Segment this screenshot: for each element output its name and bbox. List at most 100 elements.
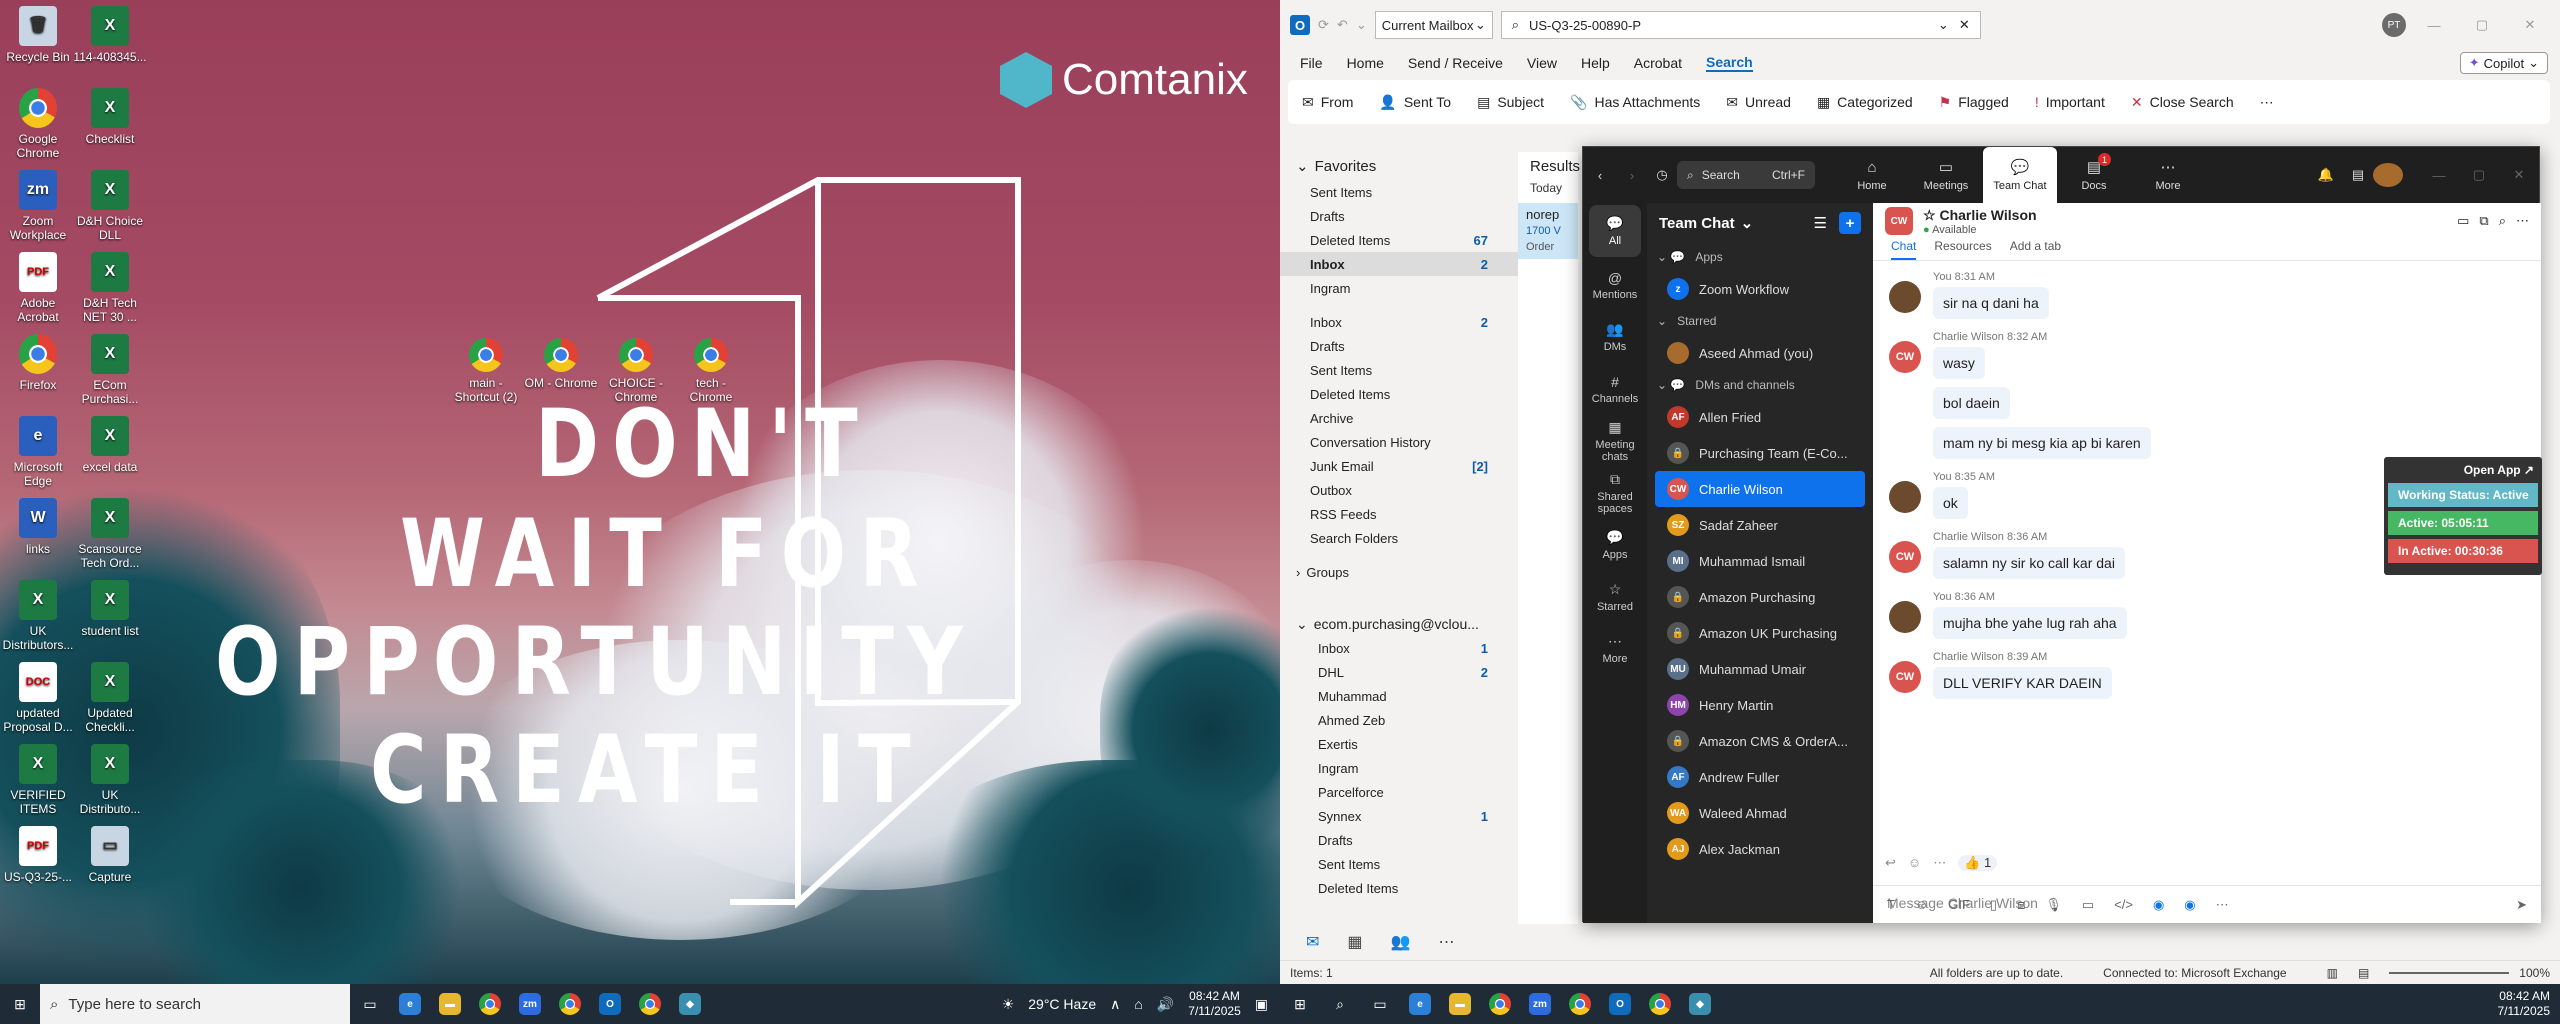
filter-icon[interactable]: ☰ — [1814, 214, 1827, 232]
folder-item[interactable]: Ingram — [1280, 756, 1518, 780]
contact-item[interactable]: AJ Alex Jackman — [1647, 831, 1873, 867]
message-bubble[interactable]: wasy — [1933, 347, 1985, 379]
video-message-icon[interactable]: ▭ — [2082, 897, 2094, 913]
ribbon-categorized-button[interactable]: ▦ Categorized — [1817, 94, 1913, 111]
chat-tab-add-a-tab[interactable]: Add a tab — [2010, 239, 2061, 260]
ribbon-subject-button[interactable]: ▤ Subject — [1477, 94, 1544, 111]
notification-icon[interactable]: ▣ — [1255, 996, 1268, 1013]
windows-start-icon[interactable]: ⊞ — [0, 984, 40, 1024]
menu-search[interactable]: Search — [1706, 54, 1753, 72]
contact-item[interactable]: HM Henry Martin — [1647, 687, 1873, 723]
zoom-taskbar-icon[interactable]: zm — [1520, 984, 1560, 1024]
zoom-taskbar-icon[interactable]: zm — [510, 984, 550, 1024]
chrome-taskbar-icon[interactable] — [470, 984, 510, 1024]
tab-home[interactable]: ⌂ Home — [1835, 147, 1909, 203]
qat-chevron-icon[interactable]: ⌄ — [1356, 17, 1367, 33]
sync-icon[interactable]: ⟳ — [1318, 17, 1329, 33]
contact-item[interactable]: SZ Sadaf Zaheer — [1647, 507, 1873, 543]
tab-team-chat[interactable]: 💬 Team Chat — [1983, 147, 2057, 203]
chat-contact-name[interactable]: Charlie Wilson — [1939, 207, 2036, 223]
explorer-taskbar-icon[interactable]: ▬ — [1440, 984, 1480, 1024]
contact-item[interactable]: 🔒 Amazon UK Purchasing — [1647, 615, 1873, 651]
desktop-icon[interactable]: X 114-408345... — [72, 6, 148, 64]
folder-item[interactable]: Inbox 2 — [1280, 252, 1518, 276]
view-toggle-icon[interactable]: ▥ — [2327, 966, 2338, 980]
send-icon[interactable]: ➤ — [2516, 897, 2527, 913]
outlook-taskbar-icon[interactable]: O — [590, 984, 630, 1024]
folder-item[interactable]: Parcelforce — [1280, 780, 1518, 804]
desktop-icon[interactable]: Xstudent list — [72, 580, 148, 638]
emoji-icon[interactable]: ☺ — [1915, 897, 1928, 913]
message-bubble[interactable]: mujha bhe yahe lug rah aha — [1933, 607, 2127, 639]
history-icon[interactable]: ◷ — [1647, 167, 1677, 183]
folder-item[interactable]: Sent Items — [1280, 180, 1518, 204]
desktop-shortcut[interactable]: CHOICE - Chrome — [598, 338, 674, 404]
more-options-icon[interactable]: ⋯ — [2260, 94, 2274, 111]
video-icon[interactable]: ▭ — [2457, 213, 2469, 229]
rail-item-apps[interactable]: 💬 Apps — [1583, 519, 1647, 571]
desktop-icon[interactable]: X D&H Tech NET 30 ... — [72, 252, 148, 324]
calendar-icon[interactable]: ▦ — [1347, 932, 1362, 952]
desktop-icon[interactable]: PDF US-Q3-25-... — [0, 826, 76, 884]
text-format-icon[interactable]: T — [1887, 897, 1895, 913]
copilot-button[interactable]: ✦ Copilot ⌄ — [2459, 52, 2548, 74]
desktop-icon[interactable]: X D&H Choice DLL — [72, 170, 148, 242]
folder-item[interactable]: Sent Items — [1280, 358, 1518, 382]
section-apps[interactable]: ⌄ 💬 Apps — [1647, 243, 1873, 271]
folder-item[interactable]: Outbox — [1280, 478, 1518, 502]
tray-chevron-icon[interactable]: ∧ — [1110, 996, 1120, 1013]
menu-help[interactable]: Help — [1581, 55, 1610, 71]
contact-item[interactable]: WA Waleed Ahmad — [1647, 795, 1873, 831]
screenshot-icon[interactable]: ⧈ — [2017, 897, 2025, 913]
desktop-icon[interactable]: Xexcel data — [72, 416, 148, 474]
rail-item-channels[interactable]: # Channels — [1583, 363, 1647, 415]
contact-item[interactable]: 🔒 Purchasing Team (E-Co... — [1647, 435, 1873, 471]
account-header[interactable]: ⌄ ecom.purchasing@vclou... — [1280, 612, 1518, 636]
code-icon[interactable]: </> — [2114, 897, 2133, 913]
ribbon-unread-button[interactable]: ✉ Unread — [1726, 94, 1791, 111]
folder-item[interactable]: Muhammad — [1280, 684, 1518, 708]
ribbon-sent-to-button[interactable]: 👤 Sent To — [1379, 94, 1451, 111]
rail-item-shared-spaces[interactable]: ⧉ Shared spaces — [1583, 467, 1647, 519]
folder-item[interactable]: Deleted Items 67 — [1280, 228, 1518, 252]
tab-more[interactable]: ⋯ More — [2131, 147, 2205, 203]
rail-item-dms[interactable]: 👥 DMs — [1583, 311, 1647, 363]
message-bubble[interactable]: bol daein — [1933, 387, 2010, 419]
more-icon[interactable]: ⋯ — [2216, 897, 2229, 913]
chat-tab-chat[interactable]: Chat — [1891, 239, 1917, 260]
ribbon-flagged-button[interactable]: ⚑ Flagged — [1939, 94, 2009, 111]
app-icon-2[interactable]: ◉ — [2184, 897, 2195, 913]
rail-item-all[interactable]: 💬 All — [1589, 205, 1641, 257]
mail-icon[interactable]: ✉ — [1306, 932, 1319, 952]
zoom-search-input[interactable]: ⌕ Search Ctrl+F — [1677, 161, 1815, 189]
contact-item[interactable]: MU Muhammad Umair — [1647, 651, 1873, 687]
chrome-taskbar-icon[interactable] — [1480, 984, 1520, 1024]
emoji-icon[interactable]: ☺ — [1908, 855, 1921, 871]
desktop-icon[interactable]: ▭ Capture — [72, 826, 148, 884]
mic-icon[interactable]: 🎙 — [2045, 897, 2062, 913]
desktop-icon[interactable]: X VERIFIED ITEMS — [0, 744, 76, 816]
tab-meetings[interactable]: ▭ Meetings — [1909, 147, 1983, 203]
reaction-badge[interactable]: 👍 1 — [1958, 855, 1998, 871]
folder-item[interactable]: Search Folders — [1280, 526, 1518, 550]
message-bubble[interactable]: salamn ny sir ko call kar dai — [1933, 547, 2125, 579]
rail-item-meeting-chats[interactable]: ▦ Meeting chats — [1583, 415, 1647, 467]
contact-item[interactable]: AF Allen Fried — [1647, 399, 1873, 435]
zoom-user-avatar[interactable] — [2373, 163, 2403, 187]
folder-item[interactable]: Deleted Items — [1280, 876, 1518, 900]
message-bubble[interactable]: sir na q dani ha — [1933, 287, 2049, 319]
list-item[interactable]: Aseed Ahmad (you) — [1647, 335, 1873, 371]
explorer-taskbar-icon[interactable]: ▬ — [430, 984, 470, 1024]
contact-item[interactable]: CW Charlie Wilson — [1655, 471, 1865, 507]
window-close-icon[interactable]: ✕ — [2499, 167, 2539, 183]
folder-item[interactable]: Conversation History — [1280, 430, 1518, 454]
ribbon-from-button[interactable]: ✉ From — [1302, 94, 1353, 111]
desktop-shortcut[interactable]: OM - Chrome — [523, 338, 599, 390]
folder-item[interactable]: Inbox 2 — [1280, 310, 1518, 334]
result-email-item[interactable]: norep 1700 V Order — [1518, 203, 1578, 259]
chat-list-title[interactable]: Team Chat — [1659, 215, 1735, 232]
new-chat-button[interactable]: + — [1839, 212, 1861, 234]
chevron-down-icon[interactable]: ⌄ — [1938, 17, 1949, 33]
rail-item-mentions[interactable]: @ Mentions — [1583, 259, 1647, 311]
menu-file[interactable]: File — [1300, 55, 1323, 71]
